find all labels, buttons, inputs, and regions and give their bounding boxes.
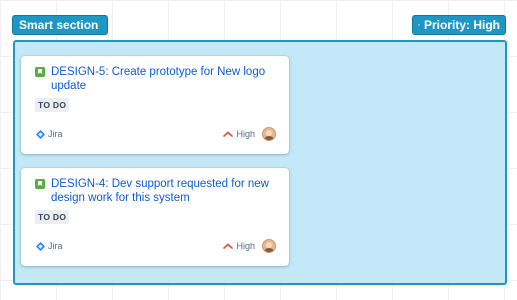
avatar[interactable] (262, 239, 276, 253)
card-priority: High (223, 241, 255, 251)
priority-filter-tag[interactable]: Priority: High (412, 15, 506, 35)
status-badge[interactable]: TO DO (35, 98, 70, 112)
card-title-link[interactable]: DESIGN-4: Dev support requested for new … (51, 177, 277, 205)
priority-filter-label: Priority: High (423, 18, 500, 32)
card-priority-label: High (236, 241, 255, 251)
card-title-link[interactable]: DESIGN-5: Create prototype for New logo … (51, 65, 277, 93)
card-priority: High (223, 129, 255, 139)
card-source: Jira (36, 241, 63, 251)
avatar[interactable] (262, 127, 276, 141)
card-source-label: Jira (48, 129, 63, 139)
card-priority-label: High (236, 129, 255, 139)
status-badge[interactable]: TO DO (35, 210, 70, 224)
jira-icon (36, 129, 45, 139)
priority-high-icon (223, 131, 234, 137)
jira-card[interactable]: DESIGN-4: Dev support requested for new … (21, 168, 289, 266)
card-title-row: DESIGN-5: Create prototype for New logo … (35, 65, 277, 93)
card-source: Jira (36, 129, 63, 139)
smart-section-tag[interactable]: Smart section (12, 15, 108, 35)
card-source-label: Jira (48, 241, 63, 251)
story-icon (35, 67, 45, 77)
story-icon (35, 179, 45, 189)
jira-icon (36, 241, 45, 251)
jira-card[interactable]: DESIGN-5: Create prototype for New logo … (21, 56, 289, 154)
card-title-row: DESIGN-4: Dev support requested for new … (35, 177, 277, 205)
lightning-icon (418, 23, 420, 27)
priority-high-icon (223, 243, 234, 249)
smart-section-label: Smart section (19, 18, 99, 32)
